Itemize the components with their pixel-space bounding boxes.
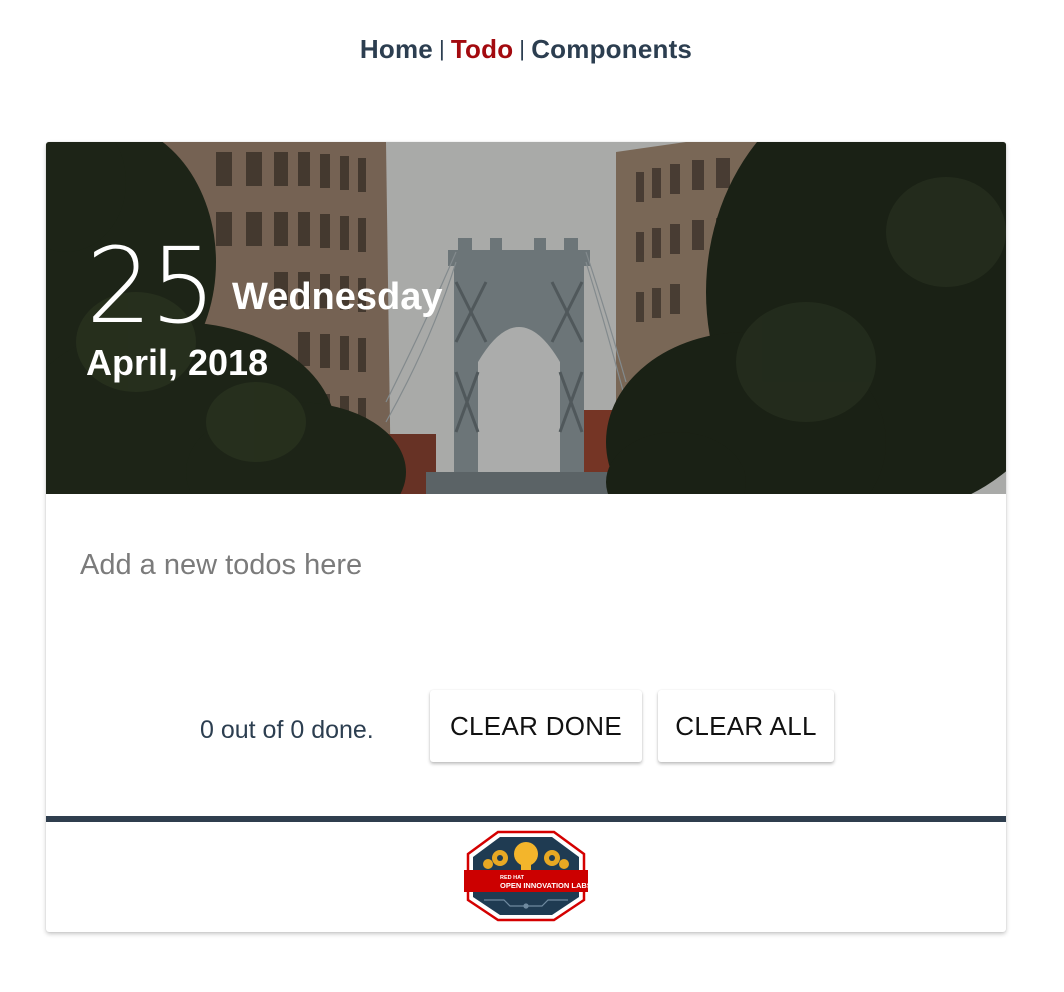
new-todo-input[interactable] [78, 534, 962, 596]
nav-separator: | [519, 36, 526, 61]
clear-done-button[interactable]: CLEAR DONE [430, 690, 642, 762]
top-nav: Home | Todo | Components [0, 34, 1052, 65]
footer-divider [46, 816, 1006, 822]
nav-separator: | [438, 36, 445, 61]
lightbulb-gears-logo-icon: RED HAT OPEN INNOVATION LABS [464, 830, 588, 922]
todo-summary: 0 out of 0 done. [200, 716, 374, 744]
nav-todo-link[interactable]: Todo [451, 34, 513, 64]
logo-line-2: OPEN INNOVATION LABS [500, 881, 588, 890]
nav-components-link[interactable]: Components [531, 34, 692, 64]
todo-card: 25 Wednesday April, 2018 0 out of 0 done… [46, 142, 1006, 932]
date-month-year: April, 2018 [86, 342, 269, 383]
nav-home-link[interactable]: Home [360, 34, 433, 64]
date-day-number: 25 [86, 225, 216, 347]
clear-all-button[interactable]: CLEAR ALL [658, 690, 834, 762]
hero-banner: 25 Wednesday April, 2018 [46, 142, 1006, 494]
date-weekday: Wednesday [232, 276, 443, 318]
